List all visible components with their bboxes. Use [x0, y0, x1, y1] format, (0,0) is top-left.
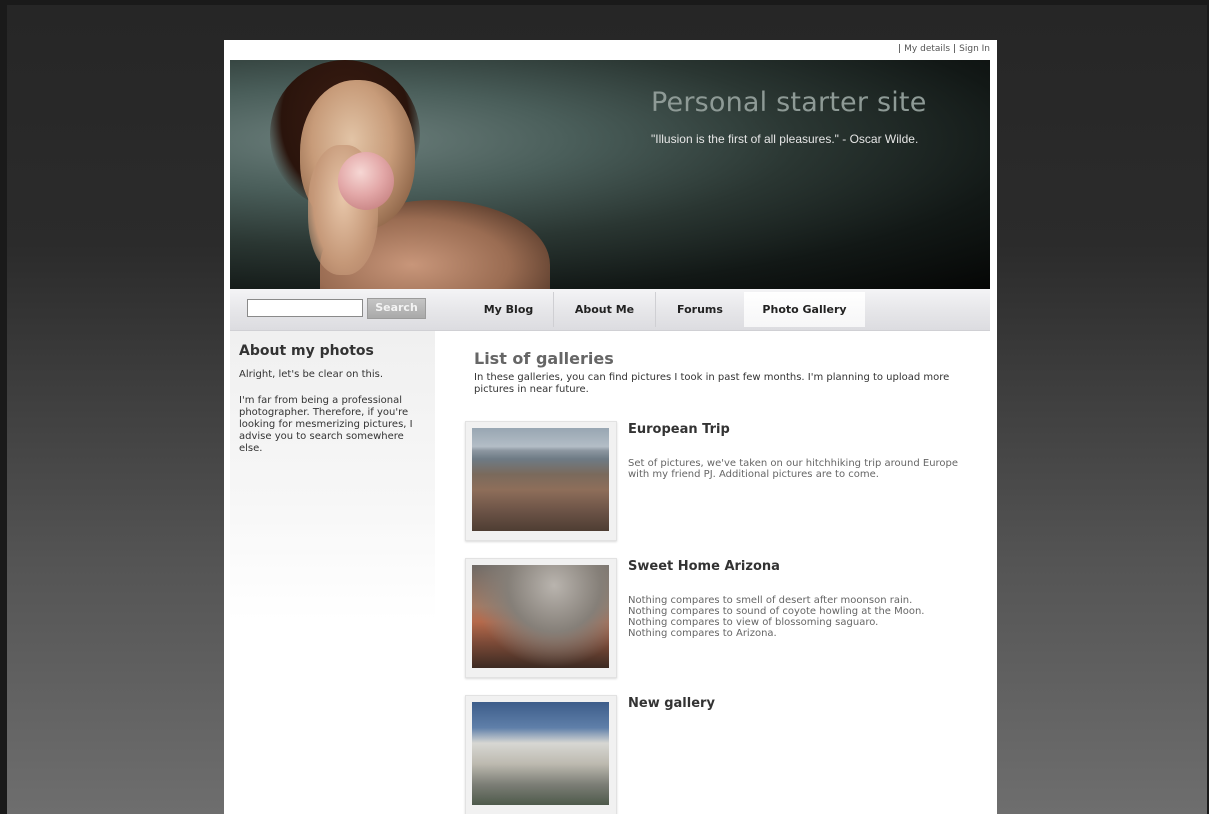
separator: | — [953, 44, 957, 54]
gallery-thumbnail-image — [472, 702, 609, 805]
my-details-link[interactable]: My details — [904, 44, 950, 54]
header-banner: Personal starter site "Illusion is the f… — [230, 60, 990, 289]
search-button[interactable]: Search — [367, 298, 426, 319]
gallery-thumbnail-image — [472, 428, 609, 531]
separator: | — [898, 44, 902, 54]
intro-text: In these galleries, you can find picture… — [474, 372, 950, 395]
sidebar: About my photos Alright, let's be clear … — [230, 331, 435, 814]
banner-photo-bubble — [338, 152, 394, 210]
gallery-title[interactable]: New gallery — [628, 696, 715, 711]
gallery-item-new-gallery: New gallery — [465, 695, 985, 814]
gallery-item-sweet-home-arizona: Sweet Home Arizona Nothing compares to s… — [465, 558, 985, 678]
tab-forums[interactable]: Forums — [656, 292, 744, 327]
search-input[interactable] — [247, 299, 363, 317]
tab-photo-gallery[interactable]: Photo Gallery — [744, 292, 865, 327]
site-title[interactable]: Personal starter site — [651, 87, 927, 118]
sidebar-paragraph: Alright, let's be clear on this. — [239, 369, 384, 380]
page-title: List of galleries — [474, 349, 614, 368]
description-line: Nothing compares to smell of desert afte… — [628, 595, 913, 606]
description-line: Nothing compares to Arizona. — [628, 628, 777, 639]
description-line: Nothing compares to view of blossoming s… — [628, 617, 879, 628]
gallery-thumbnail[interactable] — [465, 558, 617, 678]
description-line: Nothing compares to sound of coyote howl… — [628, 606, 925, 617]
sidebar-paragraph: I'm far from being a professional photog… — [239, 395, 413, 454]
tab-about-me[interactable]: About Me — [554, 292, 656, 327]
page-container: | My details | Sign In Personal starter sit… — [224, 40, 997, 814]
gallery-item-european-trip: European Trip Set of pictures, we've tak… — [465, 421, 985, 541]
gallery-thumbnail[interactable] — [465, 695, 617, 814]
nav-bar: Search My Blog About Me Forums Photo Gal… — [230, 289, 990, 331]
tab-my-blog[interactable]: My Blog — [464, 292, 554, 327]
top-links: | My details | Sign In — [895, 44, 990, 54]
gallery-thumbnail-image — [472, 565, 609, 668]
gallery-description: Set of pictures, we've taken on our hitc… — [628, 458, 959, 480]
gallery-title[interactable]: European Trip — [628, 422, 730, 437]
gallery-description: Nothing compares to smell of desert afte… — [628, 595, 968, 639]
gallery-thumbnail[interactable] — [465, 421, 617, 541]
sign-in-link[interactable]: Sign In — [959, 44, 990, 54]
sidebar-heading: About my photos — [239, 343, 374, 359]
site-tagline: "Illusion is the first of all pleasures.… — [651, 132, 919, 146]
main-content: List of galleries In these galleries, yo… — [435, 331, 990, 814]
gallery-title[interactable]: Sweet Home Arizona — [628, 559, 780, 574]
